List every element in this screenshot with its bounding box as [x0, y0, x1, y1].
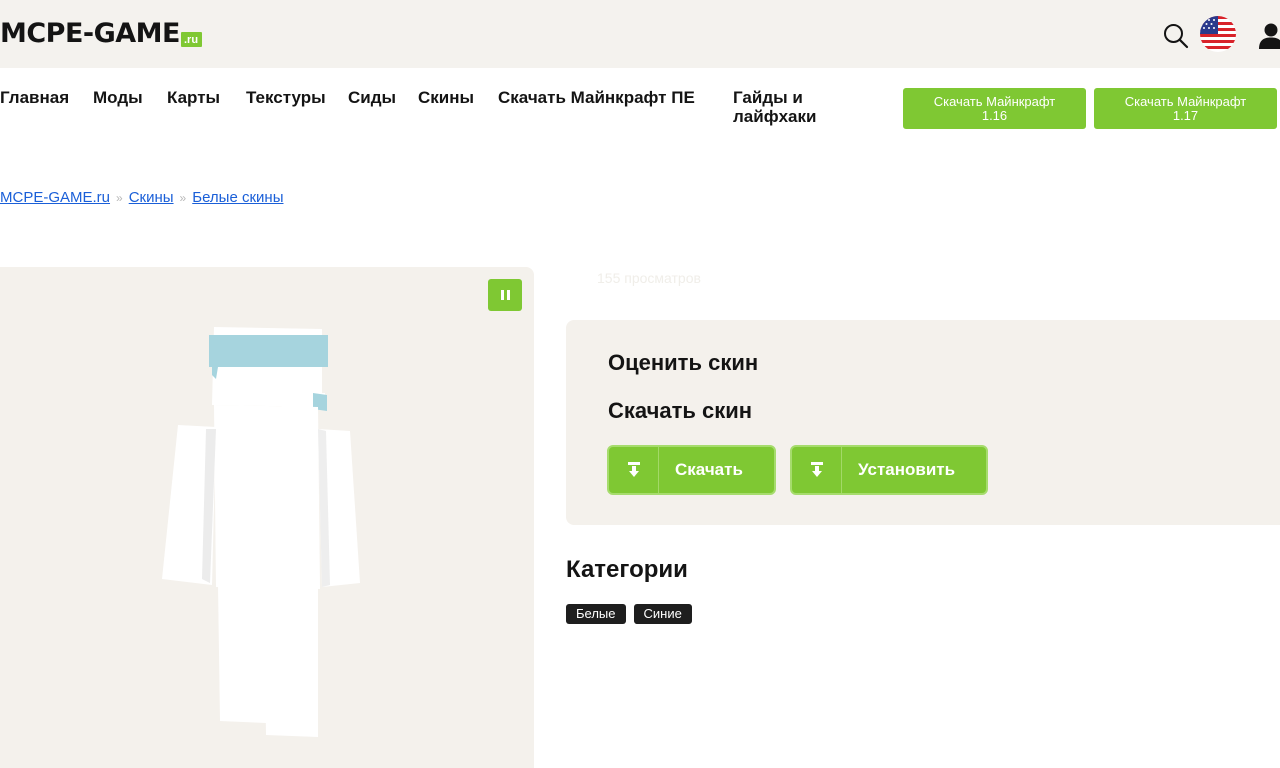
nav-item-textures[interactable]: Текстуры — [246, 88, 326, 107]
category-tags: Белые Синие — [566, 604, 692, 624]
download-mc-117-label: Скачать Майнкрафт 1.17 — [1124, 93, 1247, 123]
views-count: 155 просматров — [597, 270, 701, 286]
categories-title: Категории — [566, 556, 688, 583]
logo-suffix: .ru — [181, 32, 203, 47]
breadcrumb-link-home[interactable]: MCPE-GAME.ru — [0, 189, 110, 206]
skin-actions-panel: Оценить скин Скачать скин Скачать Устано… — [566, 320, 1280, 525]
download-mc-116-label: Скачать Майнкрафт 1.16 — [933, 93, 1056, 123]
download-mc-116-button[interactable]: Скачать Майнкрафт 1.16 — [903, 88, 1086, 129]
category-tag-blue[interactable]: Синие — [633, 604, 692, 624]
logo-text: MCPE-GAME — [0, 18, 181, 49]
download-icon — [609, 447, 659, 493]
nav-item-mods[interactable]: Моды — [93, 88, 143, 107]
download-button[interactable]: Скачать — [607, 445, 776, 495]
nav-item-maps[interactable]: Карты — [167, 88, 220, 107]
breadcrumb-separator: » — [179, 190, 187, 205]
nav-item-download-mcpe[interactable]: Скачать Майнкрафт ПЕ — [498, 88, 698, 107]
breadcrumb-link-white-skins[interactable]: Белые скины — [192, 189, 283, 206]
skin-model — [162, 327, 360, 737]
install-label: Установить — [858, 460, 956, 479]
breadcrumb: MCPE-GAME.ru » Скины » Белые скины — [0, 189, 283, 206]
breadcrumb-separator: » — [116, 190, 123, 205]
rate-skin-title: Оценить скин — [608, 350, 759, 375]
user-icon[interactable] — [1258, 22, 1280, 50]
skin-viewer[interactable] — [0, 267, 534, 768]
download-skin-title: Скачать скин — [608, 398, 753, 423]
install-button[interactable]: Установить — [790, 445, 988, 495]
category-tag-white[interactable]: Белые — [566, 604, 626, 624]
download-mc-117-button[interactable]: Скачать Майнкрафт 1.17 — [1094, 88, 1277, 129]
install-icon — [792, 447, 842, 493]
site-header: MCPE-GAME .ru — [0, 0, 1280, 68]
nav-item-guides[interactable]: Гайды и лайфхаки — [733, 88, 838, 126]
nav-item-home[interactable]: Главная — [0, 88, 69, 107]
nav-item-skins[interactable]: Скины — [418, 88, 474, 107]
us-flag-icon[interactable] — [1200, 16, 1236, 52]
site-logo[interactable]: MCPE-GAME .ru — [0, 18, 203, 50]
download-label: Скачать — [675, 460, 743, 479]
breadcrumb-link-skins[interactable]: Скины — [129, 189, 174, 206]
search-icon[interactable] — [1162, 22, 1190, 50]
nav-item-seeds[interactable]: Сиды — [348, 88, 396, 107]
